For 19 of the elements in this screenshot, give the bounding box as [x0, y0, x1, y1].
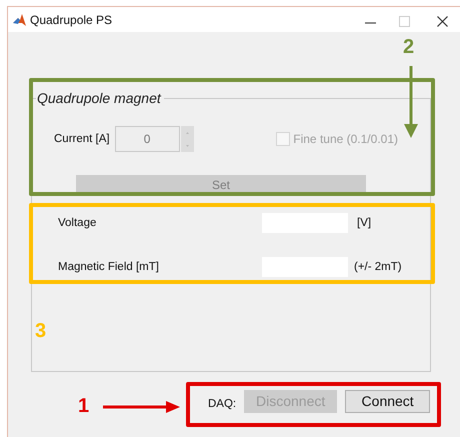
reading-label: Voltage — [58, 217, 98, 229]
panel-title: Quadrupole magnet — [36, 90, 162, 106]
unit-label: (+/- 2mT) — [354, 261, 402, 273]
minimize-icon[interactable] — [365, 22, 376, 24]
window-title: Quadrupole PS — [30, 12, 112, 26]
annotation-number: 1 — [78, 395, 90, 417]
app-icon — [13, 14, 26, 26]
annotation-number: 2 — [403, 36, 414, 58]
close-icon[interactable] — [437, 16, 448, 27]
maximize-icon[interactable] — [399, 16, 410, 27]
reading-label: Magnetic Field [mT] — [58, 261, 160, 273]
connect-button[interactable]: Connect — [345, 390, 430, 412]
spin-up-button[interactable] — [180, 126, 194, 139]
fine-tune-label: Fine tune (0.1/0.01) — [293, 132, 398, 146]
daq-label: DAQ: — [208, 398, 236, 410]
current-label: Current [A] — [54, 133, 110, 145]
unit-label: [V] — [357, 217, 372, 229]
annotation-number: 3 — [35, 320, 46, 342]
spin-down-button[interactable] — [180, 139, 194, 152]
